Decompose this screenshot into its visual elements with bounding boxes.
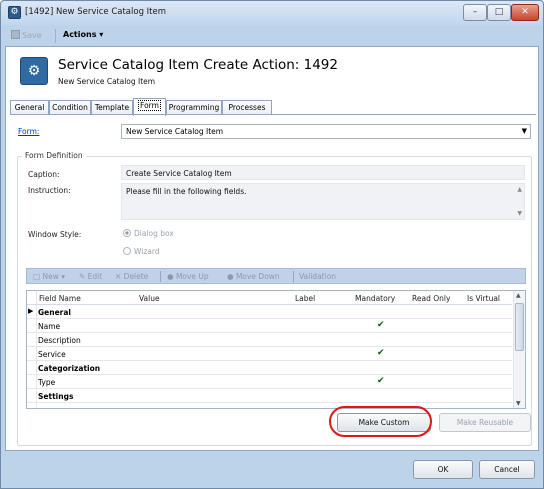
grid-row-type[interactable]: Type ✔ (27, 375, 512, 389)
grid-row-categorization[interactable]: Categorization (27, 361, 512, 375)
chevron-down-icon: ▼ (521, 127, 527, 135)
field-grid-toolbar: □ New ▾ ✎ Edit ✕ Delete ● Move Up ● Move… (26, 268, 526, 284)
window-style-label: Window Style: (28, 230, 82, 239)
grid-row-general[interactable]: ▶ General (27, 305, 512, 319)
caption-field[interactable]: Create Service Catalog Item (121, 165, 525, 180)
save-label: Save (22, 31, 42, 40)
grid-row-service[interactable]: Service ✔ (27, 347, 512, 361)
edit-field-label: Edit (87, 272, 103, 281)
move-up-label: Move Up (175, 272, 209, 281)
row-name: Description (38, 336, 81, 345)
delete-field-label: Delete (123, 272, 149, 281)
current-row-arrow-icon: ▶ (28, 307, 34, 315)
move-up-button[interactable]: ● Move Up (167, 272, 209, 281)
tab-general[interactable]: General (10, 100, 49, 115)
window-title: [1492] New Service Catalog Item (25, 7, 167, 17)
column-header-is-virtual[interactable]: Is Virtual (467, 294, 500, 303)
row-name: Type (38, 378, 56, 387)
tab-condition[interactable]: Condition (49, 100, 91, 115)
actions-menu-button[interactable]: Actions ▾ (63, 30, 103, 39)
maximize-button[interactable]: □ (487, 4, 511, 21)
radio-wizard-label: Wizard (134, 247, 160, 256)
grid-row-settings[interactable]: Settings (27, 389, 512, 403)
save-button[interactable]: Save (11, 30, 42, 40)
tab-template[interactable]: Template (91, 100, 133, 115)
make-reusable-button[interactable]: Make Reusable (439, 413, 531, 432)
content-panel: ⚙ Service Catalog Item Create Action: 14… (5, 46, 539, 451)
radio-dialog-box-label: Dialog box (134, 229, 174, 238)
row-name: Categorization (38, 364, 101, 373)
tab-programming[interactable]: Programming (166, 100, 222, 115)
new-field-button[interactable]: □ New ▾ (33, 272, 65, 281)
radio-wizard[interactable]: Wizard (123, 247, 160, 256)
column-header-mandatory[interactable]: Mandatory (355, 294, 395, 303)
move-down-label: Move Down (235, 272, 280, 281)
mandatory-check-icon: ✔ (377, 320, 385, 330)
title-bar: ⚙ [1492] New Service Catalog Item – □ ✕ (1, 1, 543, 25)
page-title: Service Catalog Item Create Action: 1492 (58, 57, 338, 73)
caption-label: Caption: (28, 170, 60, 179)
service-catalog-icon: ⚙ (20, 57, 48, 85)
radio-unselected-icon (123, 247, 131, 255)
app-icon: ⚙ (8, 6, 21, 19)
edit-field-button[interactable]: ✎ Edit (79, 272, 102, 281)
delete-field-button[interactable]: ✕ Delete (115, 272, 148, 281)
instruction-value: Please fill in the following fields. (126, 187, 247, 196)
toolbar-separator (160, 271, 161, 282)
column-header-field-name[interactable]: Field Name (39, 294, 81, 303)
scroll-down-icon[interactable]: ▼ (516, 400, 521, 407)
row-name: Name (38, 322, 61, 331)
grid-row-name[interactable]: Name ✔ (27, 319, 512, 333)
form-fields-grid: Field Name Value Label Mandatory Read On… (26, 290, 526, 409)
page-subtitle: New Service Catalog Item (58, 77, 156, 86)
validation-button[interactable]: Validation (299, 272, 336, 281)
grid-header: Field Name Value Label Mandatory Read On… (27, 291, 512, 305)
radio-selected-icon (123, 229, 131, 237)
form-link[interactable]: Form: (18, 127, 39, 136)
tab-processes[interactable]: Processes (222, 100, 272, 115)
move-down-button[interactable]: ● Move Down (227, 272, 280, 281)
ok-button[interactable]: OK (413, 460, 473, 479)
mandatory-check-icon: ✔ (377, 376, 385, 386)
scroll-down-icon: ▼ (517, 210, 522, 217)
row-name: Service (38, 350, 66, 359)
instruction-label: Instruction: (28, 186, 71, 195)
toolbar-separator (55, 29, 56, 43)
scrollbar-thumb[interactable] (515, 303, 524, 351)
form-dropdown-value: New Service Catalog Item (126, 127, 224, 136)
dialog-window: ⚙ [1492] New Service Catalog Item – □ ✕ … (0, 0, 544, 489)
toolbar-separator (293, 271, 294, 282)
cancel-button[interactable]: Cancel (479, 460, 535, 479)
form-definition-legend: Form Definition (22, 151, 86, 160)
mandatory-check-icon: ✔ (377, 348, 385, 358)
new-field-label: New ▾ (42, 272, 65, 281)
tab-form-label: Form (138, 100, 161, 111)
grid-row-description[interactable]: Description (27, 333, 512, 347)
main-toolbar: Save Actions ▾ (5, 27, 539, 45)
row-name: Settings (38, 392, 74, 401)
form-dropdown[interactable]: New Service Catalog Item ▼ (121, 124, 531, 139)
tab-divider (10, 114, 536, 115)
column-header-label[interactable]: Label (295, 294, 315, 303)
minimize-button[interactable]: – (463, 4, 487, 21)
highlight-circle (329, 406, 432, 437)
row-name: General (38, 308, 71, 317)
column-header-read-only[interactable]: Read Only (412, 294, 450, 303)
close-button[interactable]: ✕ (511, 4, 539, 21)
dialog-footer: OK Cancel (5, 453, 539, 485)
column-header-value[interactable]: Value (139, 294, 160, 303)
floppy-disk-icon (11, 30, 20, 39)
grid-scrollbar[interactable]: ▲ ▼ (513, 291, 525, 408)
scroll-up-icon: ▲ (517, 186, 522, 193)
scroll-up-icon[interactable]: ▲ (516, 292, 521, 299)
radio-dialog-box[interactable]: Dialog box (123, 229, 174, 238)
instruction-field[interactable]: Please fill in the following fields. ▲ ▼ (121, 183, 525, 220)
